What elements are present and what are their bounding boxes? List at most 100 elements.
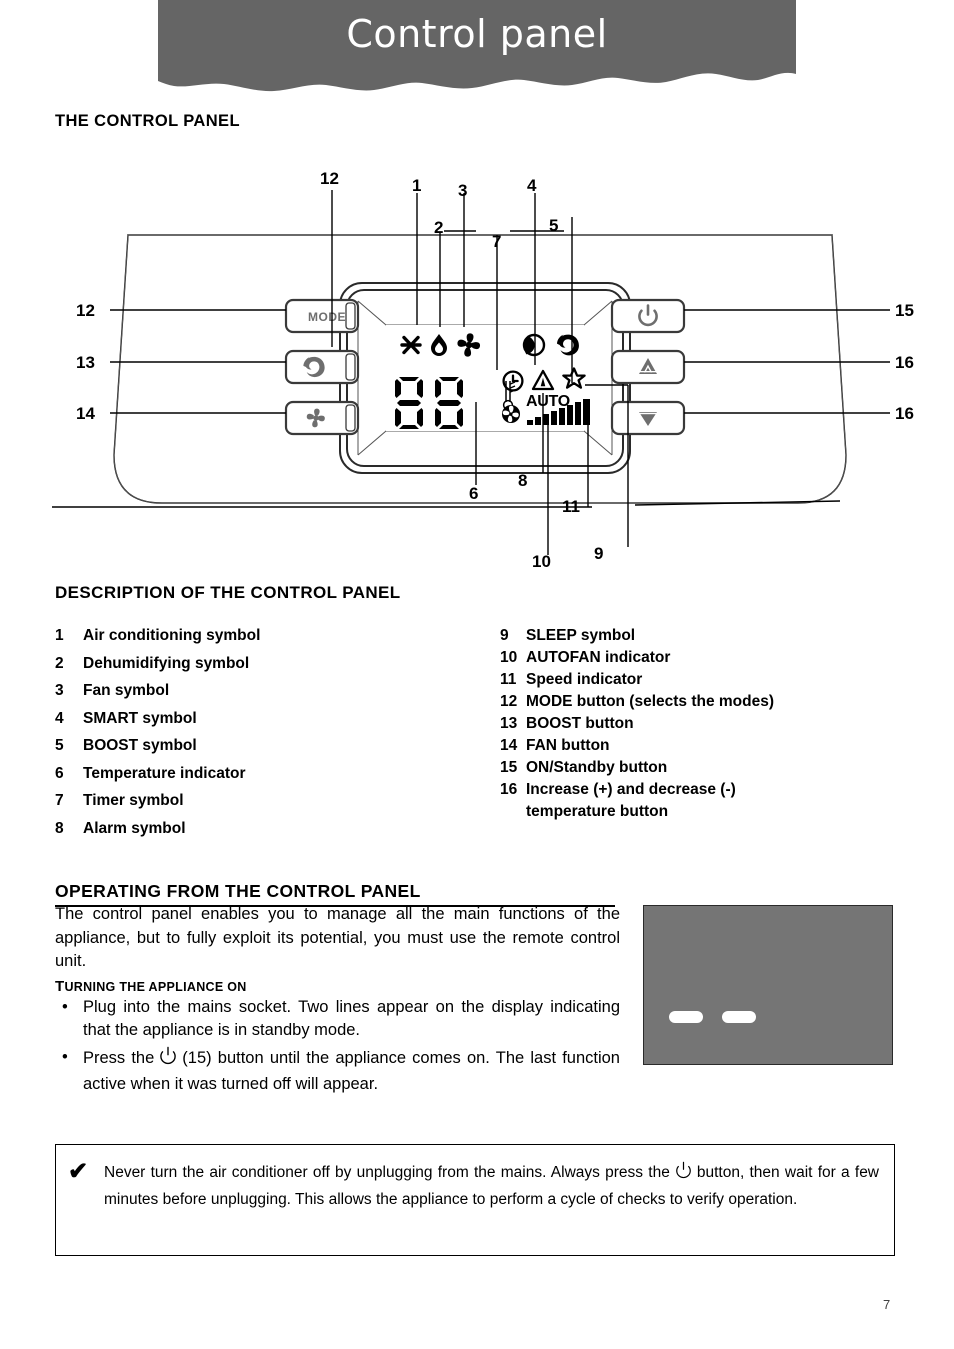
callout-number: 14 <box>76 404 95 423</box>
list-item-label: ON/Standby button <box>526 759 668 776</box>
standby-dash-right <box>722 1011 756 1023</box>
control-panel-drawing: .ln { stroke:#000; stroke-width:1.6; fil… <box>52 190 890 555</box>
list-item-label: Increase (+) and decrease (-) <box>526 781 736 798</box>
section-heading-description: DESCRIPTION OF THE CONTROL PANEL <box>55 583 401 602</box>
callout-number: 16 <box>895 404 914 423</box>
operating-intro-paragraph: The control panel enables you to manage … <box>55 905 620 970</box>
list-item: 7 Timer symbol <box>55 787 485 815</box>
list-item-number: 1 <box>55 627 64 644</box>
list-item: 5 BOOST symbol <box>55 732 485 760</box>
list-item-label: Temperature indicator <box>83 764 246 782</box>
callout-number: 3 <box>458 181 468 200</box>
callout-number: 8 <box>518 471 528 490</box>
bullet-marker: • <box>62 998 68 1016</box>
bullet-text-before: Press the <box>83 1049 155 1067</box>
list-item-number: 15 <box>500 759 518 776</box>
callout-number: 7 <box>492 232 502 251</box>
callout-number: 12 <box>320 169 339 188</box>
power-icon <box>158 1046 178 1073</box>
callout-number: 11 <box>562 497 580 516</box>
list-item-label: Air conditioning symbol <box>83 627 261 644</box>
description-list-left: 1 Air conditioning symbol 2 Dehumidifying … <box>55 622 485 842</box>
list-item-label: Speed indicator <box>526 671 643 688</box>
lcd-bezel <box>339 282 631 474</box>
list-item-number: 4 <box>55 709 64 727</box>
warning-text: Never turn the air conditioner off by un… <box>104 1161 879 1212</box>
callout-number: 5 <box>549 216 559 235</box>
list-item-label: Timer symbol <box>83 792 184 809</box>
right-button-group <box>610 298 686 436</box>
list-item-label: SLEEP symbol <box>526 627 636 644</box>
list-item-number: 12 <box>500 693 518 710</box>
turning-on-heading: TURNING THE APPLIANCE ON <box>55 978 247 995</box>
warning-box: ✔ Never turn the air conditioner off by … <box>55 1144 895 1256</box>
list-item-number: 14 <box>500 737 518 754</box>
callout-number: 6 <box>469 484 479 503</box>
callout-number: 10 <box>532 552 551 571</box>
autofan-icon <box>501 404 521 424</box>
turning-on-heading-rest: URNING THE APPLIANCE ON <box>64 980 247 994</box>
list-item-number: 13 <box>500 715 518 732</box>
list-item-label: FAN button <box>526 737 610 754</box>
standby-dash-left <box>669 1011 703 1023</box>
bullet-marker: • <box>62 1048 68 1066</box>
callout-number: 13 <box>76 353 95 372</box>
list-item: 9 SLEEP symbol <box>500 625 920 647</box>
header-banner: Control panel <box>158 0 796 92</box>
list-item-number: 8 <box>55 819 64 837</box>
list-item-number: 7 <box>55 792 64 809</box>
list-item-label: Fan symbol <box>83 682 170 699</box>
operating-intro-text: The control panel enables you to manage … <box>55 903 620 974</box>
control-panel-diagram: .ln { stroke:#000; stroke-width:1.6; fil… <box>40 155 920 575</box>
list-item-number: 16 <box>500 781 518 798</box>
list-item-label: AUTOFAN indicator <box>526 649 671 666</box>
callout-number: 1 <box>412 176 422 195</box>
turning-on-bullet-list: • Plug into the mains socket. Two lines … <box>55 996 620 1100</box>
list-item-label: SMART symbol <box>83 709 197 727</box>
standby-display-image <box>643 905 893 1065</box>
warning-text-before: Never turn the air conditioner off by un… <box>104 1164 670 1181</box>
section-heading-the-control-panel: THE CONTROL PANEL <box>55 112 240 130</box>
list-item: 12 MODE button (selects the modes) <box>500 691 920 713</box>
list-item-label: BOOST symbol <box>83 737 197 754</box>
bullet-text: Plug into the mains socket. Two lines ap… <box>83 998 620 1039</box>
list-item: 2 Dehumidifying symbol <box>55 650 485 678</box>
power-icon <box>674 1161 693 1188</box>
list-item-continuation: temperature button <box>526 803 669 820</box>
list-item-number: 9 <box>500 627 509 644</box>
list-item-label: BOOST button <box>526 715 634 732</box>
callout-number: 2 <box>434 218 444 237</box>
list-item-number: 6 <box>55 764 64 782</box>
list-item-number: 11 <box>500 671 517 688</box>
callout-number: 15 <box>895 301 914 320</box>
callout-number: 12 <box>76 301 95 320</box>
list-item-number: 3 <box>55 682 64 699</box>
auto-label: AUTO <box>526 393 570 410</box>
list-item-label: Dehumidifying symbol <box>83 654 250 672</box>
list-item-label: Alarm symbol <box>83 819 186 837</box>
list-item-number: 2 <box>55 654 64 672</box>
checkmark-icon: ✔ <box>68 1158 89 1185</box>
list-item: 1 Air conditioning symbol <box>55 622 485 650</box>
list-item: • Press the (15) button until the applian… <box>55 1046 620 1096</box>
callout-number: 16 <box>895 353 914 372</box>
list-item: • Plug into the mains socket. Two lines … <box>55 996 620 1042</box>
callout-number: 9 <box>594 544 604 563</box>
list-item: 14 FAN button <box>500 735 920 757</box>
list-item-label: MODE button (selects the modes) <box>526 693 775 710</box>
list-item: 15 ON/Standby button <box>500 757 920 779</box>
page-number: 7 <box>883 1297 891 1312</box>
list-item: 4 SMART symbol <box>55 705 485 733</box>
list-item: 10 AUTOFAN indicator <box>500 647 920 669</box>
svg-text:MODE: MODE <box>308 310 346 324</box>
description-list-right: 9 SLEEP symbol 10 AUTOFAN indicator 11 Spee… <box>500 625 920 823</box>
list-item: 3 Fan symbol <box>55 677 485 705</box>
list-item: 11 Speed indicator <box>500 669 920 691</box>
callout-number: 4 <box>527 176 537 195</box>
page-title: Control panel <box>346 12 608 56</box>
list-item: 6 Temperature indicator <box>55 760 485 788</box>
list-item: 16 Increase (+) and decrease (-) <box>500 779 920 801</box>
list-item: 8 Alarm symbol <box>55 815 485 843</box>
list-item-number: 5 <box>55 737 64 754</box>
list-item-number: 10 <box>500 649 518 666</box>
